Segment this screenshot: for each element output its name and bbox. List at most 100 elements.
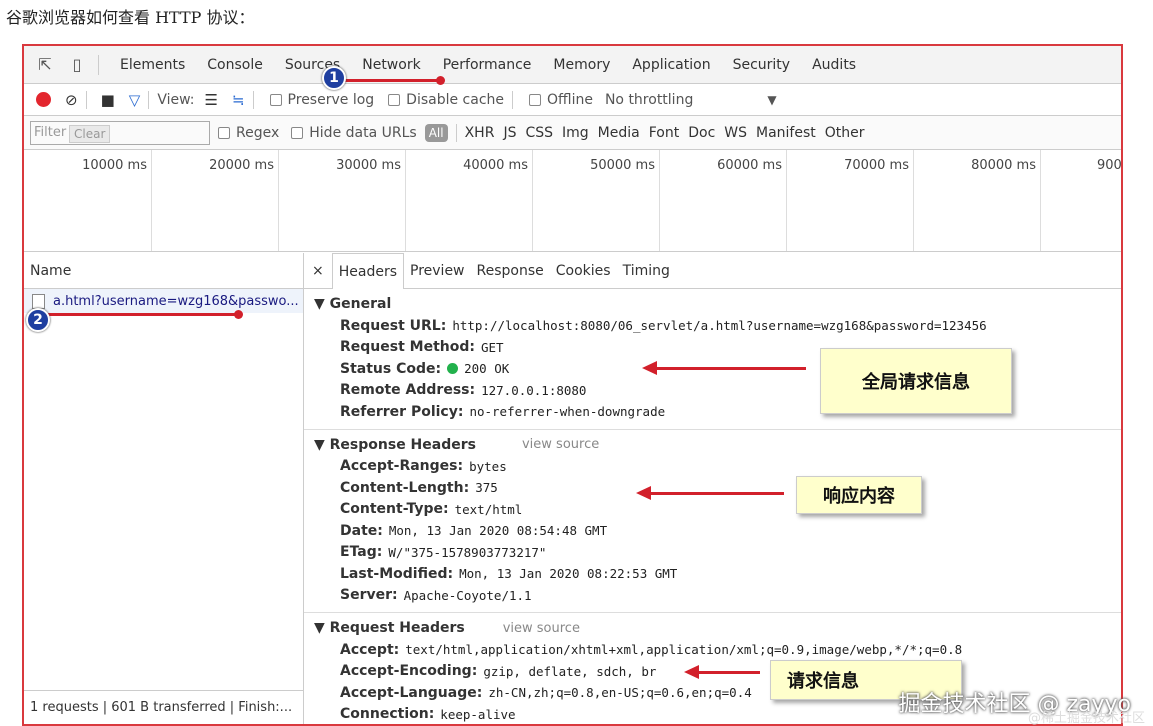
header-row: Server: Apache-Coyote/1.1: [314, 585, 1121, 607]
network-summary: 1 requests | 601 B transferred | Finish:…: [24, 690, 303, 724]
offline-label: Offline: [547, 91, 593, 108]
checkbox-box[interactable]: [269, 93, 282, 106]
filter-bar: Filter Clear Regex Hide data URLs All XH…: [24, 116, 1121, 150]
divider: [455, 123, 457, 142]
tab-network[interactable]: Network: [362, 57, 420, 73]
tab-security[interactable]: Security: [733, 57, 791, 73]
header-key: Connection:: [340, 706, 435, 723]
timeline-tick: 40000 ms: [405, 150, 532, 251]
filter-xhr[interactable]: XHR: [465, 125, 495, 141]
request-row[interactable]: a.html?username=wzg168&passwo...: [24, 289, 303, 313]
timeline-tick: 50000 ms: [532, 150, 659, 251]
filter-js[interactable]: JS: [503, 125, 516, 141]
note-general: 全局请求信息: [820, 348, 1012, 414]
section-title: ▼ Request Headers: [314, 620, 465, 636]
tab-memory[interactable]: Memory: [553, 57, 610, 73]
filter-input[interactable]: Filter Clear: [30, 120, 210, 145]
tab-timing[interactable]: Timing: [617, 253, 676, 289]
general-toggle[interactable]: ▼ General: [314, 293, 1121, 315]
tab-performance[interactable]: Performance: [443, 57, 532, 73]
offline-checkbox[interactable]: Offline: [529, 92, 593, 108]
regex-label: Regex: [236, 124, 280, 141]
tab-response[interactable]: Response: [471, 253, 550, 289]
checkbox-box[interactable]: [291, 126, 304, 139]
list-view-icon[interactable]: ☰: [205, 91, 218, 109]
checkbox-box[interactable]: [388, 93, 401, 106]
header-value: text/html: [454, 501, 523, 517]
request-detail: × Headers Preview Response Cookies Timin…: [304, 252, 1121, 724]
header-row: Last-Modified: Mon, 13 Jan 2020 08:22:53 …: [314, 563, 1121, 585]
tab-headers[interactable]: Headers: [331, 252, 405, 289]
header-key: Referrer Policy:: [340, 403, 464, 420]
document-icon: [32, 293, 45, 309]
tab-console[interactable]: Console: [207, 57, 263, 73]
throttling-value: No throttling: [604, 91, 694, 108]
annotation-line-2: [42, 310, 243, 319]
header-key: ETag:: [340, 544, 383, 561]
tab-application[interactable]: Application: [632, 57, 710, 73]
regex-checkbox[interactable]: Regex: [218, 125, 279, 141]
request-name: a.html?username=wzg168&passwo...: [53, 293, 299, 309]
header-key: Accept-Ranges:: [340, 458, 464, 475]
view-source-link[interactable]: view source: [503, 621, 580, 636]
tick-label: 30000 ms: [336, 158, 401, 173]
name-column-header[interactable]: Name: [24, 253, 303, 289]
request-headers-toggle[interactable]: ▼ Request Headers view source: [314, 617, 1121, 639]
preserve-log-checkbox[interactable]: Preserve log: [269, 92, 374, 108]
response-headers-toggle[interactable]: ▼ Response Headers view source: [314, 434, 1121, 456]
close-icon[interactable]: ×: [312, 263, 324, 279]
header-value: W/"375-1578903773217": [388, 544, 547, 560]
network-panel: Name a.html?username=wzg168&passwo... 1 …: [24, 252, 1121, 724]
inspect-element-icon[interactable]: ⇱: [34, 54, 56, 76]
disable-cache-checkbox[interactable]: Disable cache: [388, 92, 504, 108]
header-value: 200 OK: [464, 361, 510, 377]
divider: [85, 90, 87, 109]
watermark-secondary: @稀土掘金技术社区: [1027, 711, 1145, 726]
header-key: Accept:: [340, 641, 400, 658]
clear-icon[interactable]: ⊘: [65, 91, 78, 109]
filter-img[interactable]: Img: [562, 125, 589, 141]
header-value: Apache-Coyote/1.1: [403, 587, 532, 603]
header-row: Content-Type: text/html: [314, 499, 1121, 521]
view-source-link[interactable]: view source: [522, 437, 599, 452]
timeline-tick: 60000 ms: [659, 150, 786, 251]
header-value: gzip, deflate, sdch, br: [483, 663, 657, 679]
waterfall-view-icon[interactable]: ≒: [232, 91, 245, 109]
divider: [98, 54, 99, 75]
device-toolbar-icon[interactable]: ▯: [66, 54, 88, 76]
camera-icon[interactable]: ■: [101, 91, 115, 109]
filter-icon[interactable]: ▽: [129, 91, 141, 109]
checkbox-box[interactable]: [218, 126, 230, 139]
header-key: Accept-Encoding:: [340, 663, 478, 680]
throttling-select[interactable]: No throttling ▼: [605, 92, 777, 108]
tick-label: 900: [1097, 158, 1122, 173]
timeline-tick: 20000 ms: [151, 150, 278, 251]
filter-other[interactable]: Other: [825, 125, 865, 141]
filter-doc[interactable]: Doc: [688, 125, 715, 141]
tab-preview[interactable]: Preview: [404, 253, 471, 289]
header-row: Request URL: http://localhost:8080/06_ser…: [314, 315, 1121, 337]
timeline-tick: 80000 ms: [913, 150, 1040, 251]
record-icon[interactable]: [36, 92, 51, 107]
filter-ws[interactable]: WS: [724, 125, 747, 141]
header-key: Content-Length:: [340, 479, 470, 496]
header-value: Mon, 13 Jan 2020 08:22:53 GMT: [459, 566, 678, 582]
header-key: Status Code:: [340, 360, 442, 377]
tab-cookies[interactable]: Cookies: [550, 253, 617, 289]
filter-all[interactable]: All: [424, 123, 448, 142]
status-ok-icon: [447, 363, 459, 375]
filter-font[interactable]: Font: [649, 125, 679, 141]
timeline-overview[interactable]: 10000 ms 20000 ms 30000 ms 40000 ms 5000…: [24, 150, 1121, 252]
hide-data-urls-checkbox[interactable]: Hide data URLs: [291, 125, 417, 141]
tab-audits[interactable]: Audits: [812, 57, 856, 73]
detail-tabs: × Headers Preview Response Cookies Timin…: [304, 252, 1121, 289]
header-row: Accept-Ranges: bytes: [314, 456, 1121, 478]
filter-media[interactable]: Media: [598, 125, 640, 141]
header-value: bytes: [469, 458, 507, 474]
filter-css[interactable]: CSS: [525, 125, 553, 141]
header-key: Request URL:: [340, 317, 447, 334]
header-row: Accept: text/html,application/xhtml+xml,a…: [314, 639, 1121, 661]
filter-manifest[interactable]: Manifest: [756, 125, 816, 141]
checkbox-box[interactable]: [529, 93, 542, 106]
tab-elements[interactable]: Elements: [120, 57, 185, 73]
